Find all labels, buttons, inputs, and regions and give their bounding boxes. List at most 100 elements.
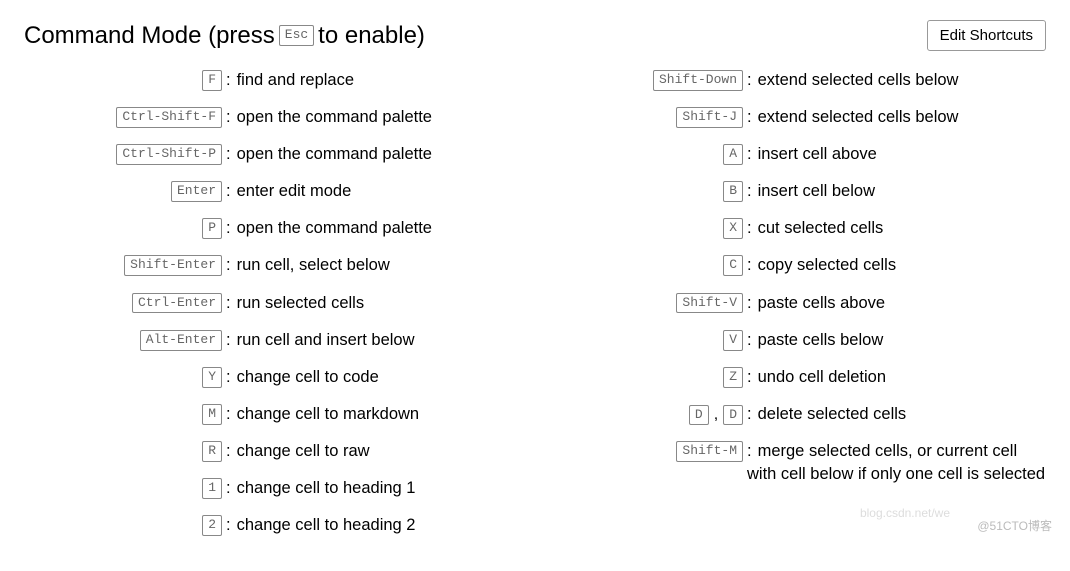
keyboard-key: Shift-Enter [124, 255, 222, 276]
shortcut-text: run cell, select below [237, 256, 390, 274]
shortcut-row: Shift-V:paste cells above [545, 292, 1046, 315]
shortcut-keys: Z [545, 366, 743, 388]
shortcut-description: : extend selected cells below [743, 106, 1046, 129]
shortcut-columns: F:find and replaceCtrl-Shift-F:open the … [24, 69, 1046, 551]
shortcut-keys: Ctrl-Shift-P [24, 143, 222, 165]
shortcut-row: Shift-Enter: run cell, select below [24, 254, 525, 277]
shortcut-text: open the command palette [237, 219, 432, 237]
shortcut-keys: D,D [545, 403, 743, 426]
colon: : [747, 368, 752, 386]
title-suffix: to enable) [318, 22, 425, 50]
shortcut-keys: Enter [24, 180, 222, 202]
shortcut-description: :cut selected cells [743, 217, 1046, 240]
shortcut-keys: Shift-Enter [24, 254, 222, 276]
colon: : [747, 182, 752, 200]
shortcut-keys: C [545, 254, 743, 276]
shortcut-keys: Alt-Enter [24, 329, 222, 351]
shortcut-text: cut selected cells [758, 219, 884, 237]
shortcut-description: : run cell, select below [222, 254, 525, 277]
shortcut-row: D,D:delete selected cells [545, 403, 1046, 426]
shortcut-text: extend selected cells below [758, 108, 959, 126]
shortcut-row: C:copy selected cells [545, 254, 1046, 277]
shortcut-description: : change cell to heading 2 [222, 514, 525, 537]
shortcut-row: Shift-Down:extend selected cells below [545, 69, 1046, 92]
shortcut-description: :find and replace [222, 69, 525, 92]
shortcut-keys: X [545, 217, 743, 239]
shortcut-row: Shift-J: extend selected cells below [545, 106, 1046, 129]
shortcut-description: :insert cell above [743, 143, 1046, 166]
shortcut-keys: Shift-Down [545, 69, 743, 91]
colon: : [747, 108, 752, 126]
header-row: Command Mode (press Esc to enable) Edit … [24, 20, 1046, 51]
keyboard-key: Shift-V [676, 293, 743, 314]
shortcut-row: Z: undo cell deletion [545, 366, 1046, 389]
colon: : [226, 516, 231, 534]
keyboard-key: D [723, 405, 743, 426]
shortcut-text: undo cell deletion [758, 368, 886, 386]
shortcut-text: change cell to heading 2 [237, 516, 416, 534]
shortcut-description: :delete selected cells [743, 403, 1046, 426]
colon: : [226, 145, 231, 163]
shortcut-description: :change cell to heading 1 [222, 477, 525, 500]
keyboard-key: Enter [171, 181, 222, 202]
colon: : [226, 405, 231, 423]
shortcut-keys: Shift-J [545, 106, 743, 128]
shortcut-text: change cell to code [237, 368, 379, 386]
shortcut-text: find and replace [237, 71, 354, 89]
shortcut-row: A:insert cell above [545, 143, 1046, 166]
shortcut-description: : open the command palette [222, 217, 525, 240]
shortcut-text: change cell to heading 1 [237, 479, 416, 497]
shortcut-row: Shift-M:merge selected cells, or current… [545, 440, 1046, 486]
shortcut-description: : undo cell deletion [743, 366, 1046, 389]
shortcut-row: Y:change cell to code [24, 366, 525, 389]
shortcut-text: paste cells above [758, 294, 886, 312]
shortcut-text: merge selected cells, or current cell wi… [747, 442, 1045, 483]
shortcut-text: change cell to raw [237, 442, 370, 460]
shortcut-row: Ctrl-Shift-P: open the command palette [24, 143, 525, 166]
colon: : [226, 442, 231, 460]
keyboard-key: Z [723, 367, 743, 388]
shortcut-keys: Ctrl-Shift-F [24, 106, 222, 128]
edit-shortcuts-button[interactable]: Edit Shortcuts [927, 20, 1046, 51]
colon: : [747, 442, 752, 460]
shortcut-description: :extend selected cells below [743, 69, 1046, 92]
colon: : [226, 182, 231, 200]
colon: : [747, 71, 752, 89]
shortcut-text: open the command palette [237, 108, 432, 126]
shortcut-description: :paste cells below [743, 329, 1046, 352]
shortcut-text: run cell and insert below [237, 331, 415, 349]
shortcut-text: insert cell above [758, 145, 877, 163]
keyboard-key: 1 [202, 478, 222, 499]
shortcut-row: Ctrl-Enter:run selected cells [24, 292, 525, 315]
colon: : [226, 256, 231, 274]
shortcut-row: Enter: enter edit mode [24, 180, 525, 203]
shortcut-description: :open the command palette [222, 106, 525, 129]
colon: : [226, 219, 231, 237]
shortcut-text: open the command palette [237, 145, 432, 163]
shortcut-text: paste cells below [758, 331, 884, 349]
shortcut-description: :merge selected cells, or current cell w… [743, 440, 1046, 486]
keyboard-key: D [689, 405, 709, 426]
shortcut-row: B:insert cell below [545, 180, 1046, 203]
keyboard-key: V [723, 330, 743, 351]
keyboard-key: Y [202, 367, 222, 388]
shortcut-keys: Shift-V [545, 292, 743, 314]
keyboard-key: Ctrl-Shift-F [116, 107, 222, 128]
shortcut-column-right: Shift-Down:extend selected cells belowSh… [545, 69, 1046, 551]
shortcut-description: : change cell to raw [222, 440, 525, 463]
shortcut-row: 2:change cell to heading 2 [24, 514, 525, 537]
shortcut-row: Ctrl-Shift-F:open the command palette [24, 106, 525, 129]
colon: : [226, 294, 231, 312]
colon: : [747, 256, 752, 274]
shortcut-text: change cell to markdown [237, 405, 420, 423]
keyboard-key: Ctrl-Enter [132, 293, 222, 314]
key-separator: , [714, 404, 718, 426]
shortcut-row: X:cut selected cells [545, 217, 1046, 240]
shortcut-keys: B [545, 180, 743, 202]
keyboard-key: A [723, 144, 743, 165]
keyboard-key: P [202, 218, 222, 239]
shortcut-keys: R [24, 440, 222, 462]
shortcut-text: enter edit mode [237, 182, 352, 200]
keyboard-key: Shift-J [676, 107, 743, 128]
shortcut-keys: M [24, 403, 222, 425]
